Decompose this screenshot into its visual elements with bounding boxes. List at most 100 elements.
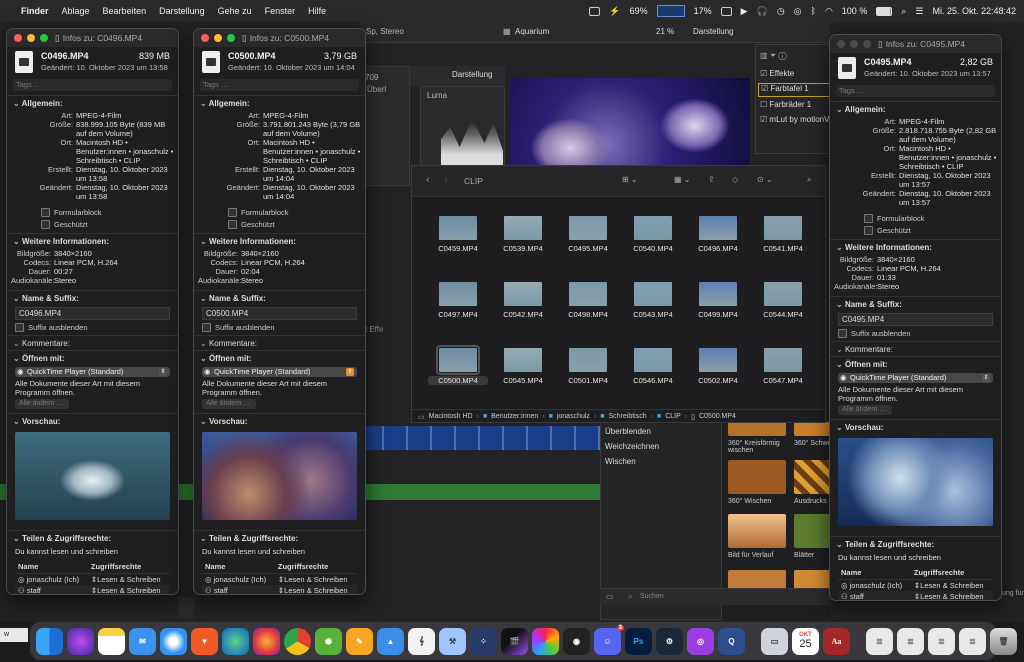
timeline-clips[interactable] <box>360 426 610 450</box>
menu-gehe-zu[interactable]: Gehe zu <box>218 6 252 16</box>
tag-icon[interactable]: ◇ <box>732 175 738 184</box>
forward-icon[interactable]: › <box>444 174 448 186</box>
section-more-info[interactable]: Weitere Informationen: <box>194 233 365 248</box>
col-rights[interactable]: Zugriffsrechte <box>274 560 357 574</box>
menu-fenster[interactable]: Fenster <box>265 6 296 16</box>
minimize-button[interactable] <box>850 40 858 48</box>
locked-checkbox[interactable] <box>41 220 50 229</box>
filename-field[interactable]: C0495.MP4 <box>838 313 993 326</box>
battery-icon[interactable] <box>876 6 893 16</box>
view-menu[interactable]: Darstellung <box>693 27 733 36</box>
window-titlebar[interactable]: ▯ Infos zu: C0496.MP4 <box>7 29 178 47</box>
file-item[interactable]: C0495.MP4 <box>558 216 618 253</box>
zoom-button[interactable] <box>227 34 235 42</box>
filename-field[interactable]: C0500.MP4 <box>202 307 357 320</box>
file-item[interactable]: C0501.MP4 <box>558 348 618 385</box>
col-rights[interactable]: Zugriffsrechte <box>910 566 993 580</box>
play-icon[interactable]: ▶ <box>741 6 748 17</box>
file-item[interactable]: C0541.MP4 <box>753 216 813 253</box>
effect-thumb[interactable] <box>794 422 830 436</box>
section-comments[interactable]: Kommentare: <box>7 335 178 350</box>
tags-input[interactable]: Tags … <box>13 79 172 91</box>
edge-dock-icon[interactable] <box>222 627 249 655</box>
effect-thumb[interactable] <box>728 460 786 494</box>
path-item[interactable]: Macintosh HD <box>429 413 473 420</box>
section-general[interactable]: Allgemein: <box>7 95 178 110</box>
category-blur[interactable]: Weichzeichnen <box>605 442 721 451</box>
file-item[interactable]: C0539.MP4 <box>493 216 553 253</box>
quicktime-dock-icon[interactable]: Q <box>718 627 745 655</box>
finder-dock-icon[interactable] <box>36 627 63 655</box>
filename-field[interactable]: C0496.MP4 <box>15 307 170 320</box>
section-general[interactable]: Allgemein: <box>194 95 365 110</box>
minimize-button[interactable] <box>27 34 35 42</box>
cpu-graph-icon[interactable] <box>656 5 685 17</box>
file-item[interactable]: C0498.MP4 <box>558 282 618 319</box>
effect-thumb[interactable] <box>794 460 830 494</box>
section-comments[interactable]: Kommentare: <box>194 335 365 350</box>
file-item[interactable]: C0547.MP4 <box>753 348 813 385</box>
zoom-value[interactable]: 21 % <box>656 27 674 36</box>
finalcut-dock-icon[interactable]: 🎬 <box>501 627 528 655</box>
xcode-dock-icon[interactable]: ⚒ <box>439 627 466 655</box>
path-item[interactable]: jonaschulz <box>557 413 590 420</box>
battery-status-value[interactable]: 69% <box>630 6 648 16</box>
menu-bearbeiten[interactable]: Bearbeiten <box>103 6 147 16</box>
group-icon[interactable]: ▦ ⌄ <box>674 175 690 184</box>
file-item[interactable]: C0496.MP4 <box>688 216 748 253</box>
calendar-dock-icon[interactable]: OKT 25 <box>792 627 819 655</box>
col-name[interactable]: Name <box>202 560 275 574</box>
table-row[interactable]: ⚇ staff ⇕Lesen & Schreiben <box>202 585 357 594</box>
inspector-item-effects[interactable]: ☑ Effekte <box>760 69 794 78</box>
chrome-dock-icon[interactable] <box>284 627 311 655</box>
section-name-ext[interactable]: Name & Suffix: <box>7 290 178 305</box>
discord-dock-icon[interactable]: ☺ 3 <box>594 624 624 655</box>
file-item[interactable]: C0545.MP4 <box>493 348 553 385</box>
steam-dock-icon[interactable]: ⚙ <box>656 627 683 655</box>
brave-dock-icon[interactable]: ▼ <box>191 627 218 655</box>
effect-thumb[interactable] <box>794 514 830 548</box>
col-rights[interactable]: Zugriffsrechte <box>87 560 170 574</box>
window-titlebar[interactable]: ▯ Infos zu: C0495.MP4 <box>830 35 1001 53</box>
section-general[interactable]: Allgemein: <box>830 101 1001 116</box>
tags-input[interactable]: Tags … <box>836 85 995 97</box>
menu-hilfe[interactable]: Hilfe <box>308 6 326 16</box>
pages-dock-icon[interactable]: ✎ <box>346 627 373 655</box>
video-preview[interactable] <box>15 432 170 520</box>
path-item[interactable]: C0500.MP4 <box>699 413 736 420</box>
table-row[interactable]: ◎ jonaschulz (Ich) ⇕Lesen & Schreiben <box>838 580 993 592</box>
podcasts-dock-icon[interactable]: ◎ <box>687 627 714 655</box>
section-name-ext[interactable]: Name & Suffix: <box>194 290 365 305</box>
path-item[interactable]: CLIP <box>665 413 681 420</box>
menu-darstellung[interactable]: Darstellung <box>159 6 205 16</box>
back-icon[interactable]: ‹ <box>426 174 430 186</box>
tags-input[interactable]: Tags … <box>200 79 359 91</box>
change-all-button[interactable]: Alle ändern … <box>202 399 256 409</box>
control-center-icon[interactable]: ☰ <box>915 6 923 17</box>
change-all-button[interactable]: Alle ändern … <box>15 399 69 409</box>
category-wipes[interactable]: Wischen <box>605 457 721 466</box>
file-item[interactable]: C0502.MP4 <box>688 348 748 385</box>
mail-dock-icon[interactable]: ✉ <box>129 627 156 655</box>
col-name[interactable]: Name <box>838 566 911 580</box>
inspector-icons[interactable]: ▥ ⏷ ⓘ <box>760 51 787 61</box>
minimize-button[interactable] <box>214 34 222 42</box>
effect-thumb[interactable] <box>728 514 786 548</box>
perm-right[interactable]: Lesen & Schreiben <box>920 581 983 590</box>
stationery-checkbox[interactable] <box>41 208 50 217</box>
dots-dock-icon[interactable]: ⁘ <box>470 627 497 655</box>
file-item[interactable]: C0540.MP4 <box>623 216 683 253</box>
file-item[interactable]: C0546.MP4 <box>623 348 683 385</box>
search-icon[interactable]: ⌕ <box>901 6 906 17</box>
file-item[interactable]: C0544.MP4 <box>753 282 813 319</box>
more-icon[interactable]: ⊙ ⌄ <box>757 175 773 184</box>
close-button[interactable] <box>14 34 22 42</box>
file-item[interactable]: C0499.MP4 <box>688 282 748 319</box>
notes-dock-icon[interactable] <box>98 627 125 655</box>
effects-search-input[interactable]: Suchen <box>640 593 664 600</box>
keka-dock-icon[interactable]: ⬢ <box>315 627 342 655</box>
bolt-icon[interactable]: ⚡ <box>609 6 620 17</box>
safari-dock-icon[interactable] <box>160 627 187 655</box>
clock-icon[interactable]: ◷ <box>777 6 785 17</box>
section-more-info[interactable]: Weitere Informationen: <box>830 239 1001 254</box>
